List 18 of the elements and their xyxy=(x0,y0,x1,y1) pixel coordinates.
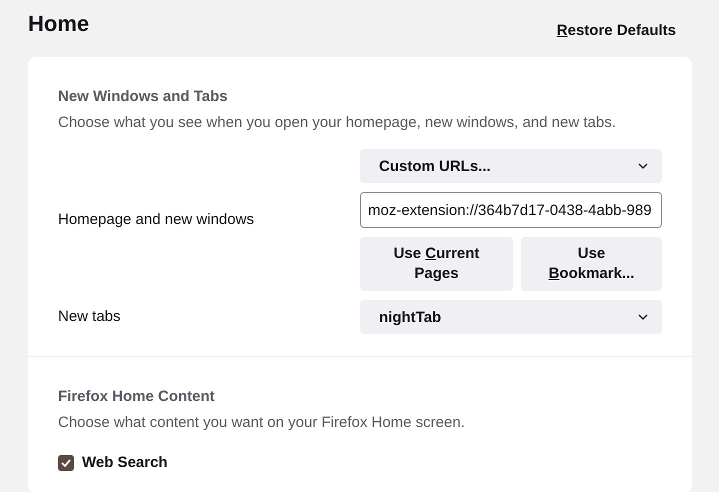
setting-label: New tabs xyxy=(58,307,122,327)
chevron-down-icon xyxy=(638,163,648,169)
page-title: Home xyxy=(28,10,90,38)
checkbox[interactable] xyxy=(58,455,74,471)
section-title: New Windows and Tabs xyxy=(58,87,229,107)
restore-defaults-button[interactable]: Restore Defaults xyxy=(540,12,692,49)
chevron-down-icon xyxy=(638,314,648,320)
url-input-field[interactable]: moz-extension://364b7d17-0438-4abb-989 xyxy=(360,192,662,228)
use-bookmark-button[interactable]: Use Bookmark... xyxy=(521,237,662,291)
section-description: Choose what content you want on your Firefox Home screen. xyxy=(58,413,466,433)
section-title: Firefox Home Content xyxy=(58,387,216,407)
checkmark-icon xyxy=(61,459,71,467)
use-current-pages-button[interactable]: Use Current Pages xyxy=(360,237,513,291)
setting-label: Homepage and new windows xyxy=(58,210,255,230)
section-description: Choose what you see when you open your homepage, new windows, and new tabs. xyxy=(58,113,617,133)
setting-label: Web Search xyxy=(82,453,168,473)
dropdown[interactable]: nightTab xyxy=(360,300,662,334)
dropdown[interactable]: Custom URLs... xyxy=(360,149,662,183)
